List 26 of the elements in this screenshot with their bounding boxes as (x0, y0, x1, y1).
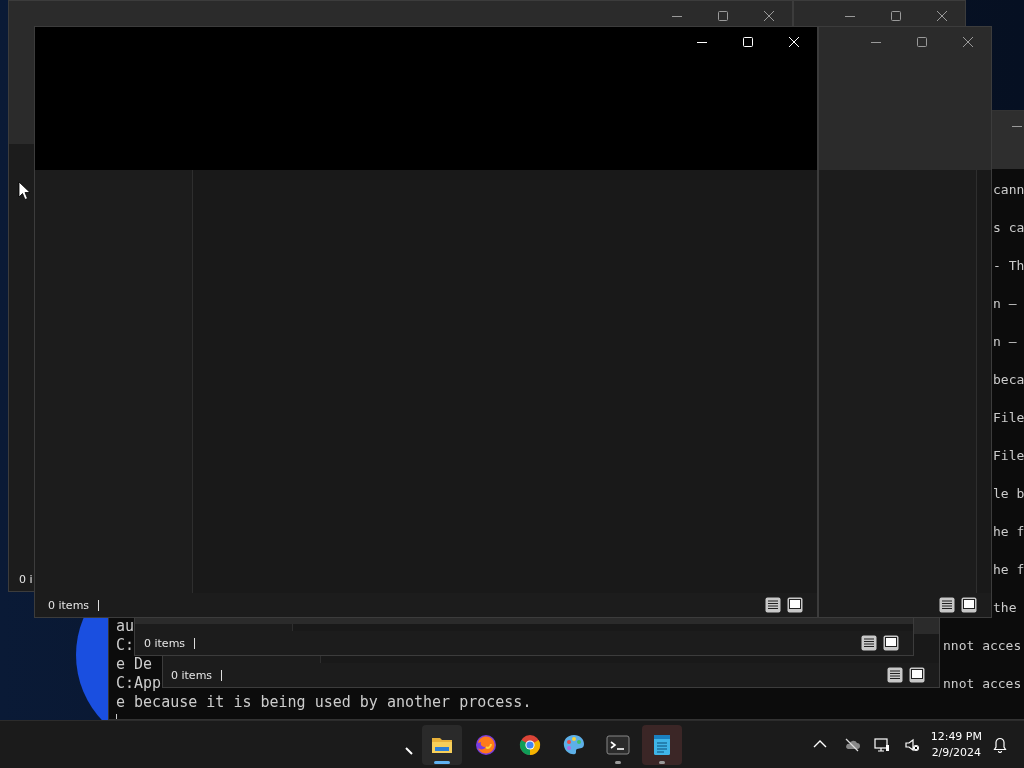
terminal-line: n – (993, 295, 1017, 313)
terminal-line: cann (993, 181, 1024, 199)
terminal-line: nnot acces (943, 637, 1022, 655)
item-count: 0 i (19, 572, 33, 586)
terminal-line: he f (993, 561, 1024, 579)
terminal-line: File (993, 447, 1024, 465)
clock-date: 2/9/2024 (931, 744, 982, 761)
terminal-line: C:App (116, 674, 162, 692)
terminal-line: au (116, 617, 135, 635)
terminal-line: File (993, 409, 1024, 427)
terminal-line: s ca (993, 219, 1024, 237)
item-count: 0 items (144, 636, 186, 650)
terminal-line: he f (993, 523, 1024, 541)
terminal-line: le b (993, 485, 1024, 503)
item-count: 0 items (171, 668, 213, 682)
terminal-line: the (993, 599, 1017, 617)
terminal-line: nnot acces (943, 675, 1022, 693)
clock[interactable]: 12:49 PM 2/9/2024 (926, 728, 988, 761)
terminal-line: - Th (993, 257, 1024, 275)
terminal-line: n – (993, 333, 1017, 351)
terminal-line: beca (993, 371, 1024, 389)
terminal-line: e De (116, 655, 153, 673)
terminal-line: e because it is being used by another process. (116, 693, 532, 711)
item-count: 0 items (48, 598, 90, 612)
clock-time: 12:49 PM (930, 728, 982, 745)
terminal-line: C: (116, 636, 135, 654)
